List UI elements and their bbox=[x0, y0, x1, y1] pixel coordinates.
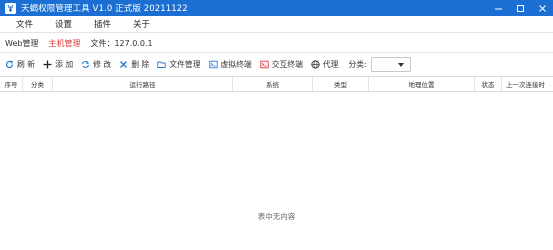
menu-about[interactable]: 关于 bbox=[122, 18, 161, 30]
minimize-icon[interactable] bbox=[487, 0, 509, 16]
edit-label: 修 改 bbox=[93, 59, 112, 69]
plus-icon bbox=[43, 60, 52, 69]
tab-web-management[interactable]: Web管理 bbox=[0, 38, 43, 51]
column-header-type[interactable]: 类型 bbox=[313, 77, 369, 91]
column-header-status[interactable]: 状态 bbox=[475, 77, 502, 91]
terminal-icon bbox=[208, 60, 218, 69]
sync-icon bbox=[81, 60, 90, 69]
file-manager-label: 文件管理 bbox=[169, 59, 201, 69]
globe-icon bbox=[311, 59, 320, 69]
column-header-index[interactable]: 序号 bbox=[0, 77, 23, 91]
interactive-terminal-button[interactable]: 交互终端 bbox=[260, 59, 303, 70]
column-header-category[interactable]: 分类 bbox=[23, 77, 53, 91]
close-icon[interactable] bbox=[531, 0, 553, 16]
column-header-system[interactable]: 系统 bbox=[233, 77, 313, 91]
scorpion-icon bbox=[4, 2, 16, 14]
add-button[interactable]: 添 加 bbox=[43, 59, 73, 70]
refresh-button[interactable]: 刷 新 bbox=[5, 59, 35, 70]
virtual-terminal-button[interactable]: 虚拟终端 bbox=[208, 59, 252, 70]
virtual-terminal-label: 虚拟终端 bbox=[220, 59, 252, 69]
interactive-terminal-icon bbox=[260, 60, 269, 69]
proxy-button[interactable]: 代理 bbox=[311, 59, 339, 70]
column-header-last-connection[interactable]: 上一次连接时 bbox=[502, 77, 553, 91]
chevron-down-icon bbox=[397, 62, 404, 67]
refresh-icon bbox=[5, 60, 14, 69]
tab-file-host[interactable]: 文件：127.0.0.1 bbox=[85, 38, 157, 51]
host-table: 序号 分类 运行路径 系统 类型 地理位置 状态 上一次连接时 表中无内容 bbox=[0, 76, 553, 250]
window-title: 天蝎权限管理工具 V1.0 正式版 20211122 bbox=[21, 4, 188, 14]
edit-button[interactable]: 修 改 bbox=[81, 59, 111, 70]
maximize-icon[interactable] bbox=[509, 0, 531, 16]
add-label: 添 加 bbox=[55, 59, 74, 69]
toolbar: 刷 新 添 加 修 改 删 除 文件管理 虚拟终端 交互终端 代理 分类: bbox=[0, 56, 553, 72]
folder-icon bbox=[157, 60, 166, 69]
category-label: 分类: bbox=[348, 59, 367, 69]
column-header-run-path[interactable]: 运行路径 bbox=[53, 77, 233, 91]
delete-button[interactable]: 删 除 bbox=[119, 59, 149, 70]
interactive-terminal-label: 交互终端 bbox=[271, 59, 303, 69]
menu-bar: 文件 设置 插件 关于 bbox=[0, 16, 553, 33]
file-manager-button[interactable]: 文件管理 bbox=[157, 59, 201, 70]
menu-settings[interactable]: 设置 bbox=[44, 18, 83, 30]
tab-host-management[interactable]: 主机管理 bbox=[43, 38, 85, 53]
menu-plugins[interactable]: 插件 bbox=[83, 18, 122, 30]
delete-label: 删 除 bbox=[131, 59, 150, 69]
table-header: 序号 分类 运行路径 系统 类型 地理位置 状态 上一次连接时 bbox=[0, 77, 553, 92]
refresh-label: 刷 新 bbox=[17, 59, 36, 69]
title-bar: 天蝎权限管理工具 V1.0 正式版 20211122 bbox=[0, 0, 553, 16]
tab-bar: Web管理 主机管理 文件：127.0.0.1 bbox=[0, 37, 158, 53]
table-empty-message: 表中无内容 bbox=[257, 212, 296, 221]
delete-x-icon bbox=[119, 60, 128, 69]
tab-divider bbox=[0, 52, 553, 53]
proxy-label: 代理 bbox=[322, 59, 339, 69]
column-header-location[interactable]: 地理位置 bbox=[369, 77, 475, 91]
menu-file[interactable]: 文件 bbox=[5, 18, 44, 30]
category-select[interactable] bbox=[370, 56, 411, 72]
